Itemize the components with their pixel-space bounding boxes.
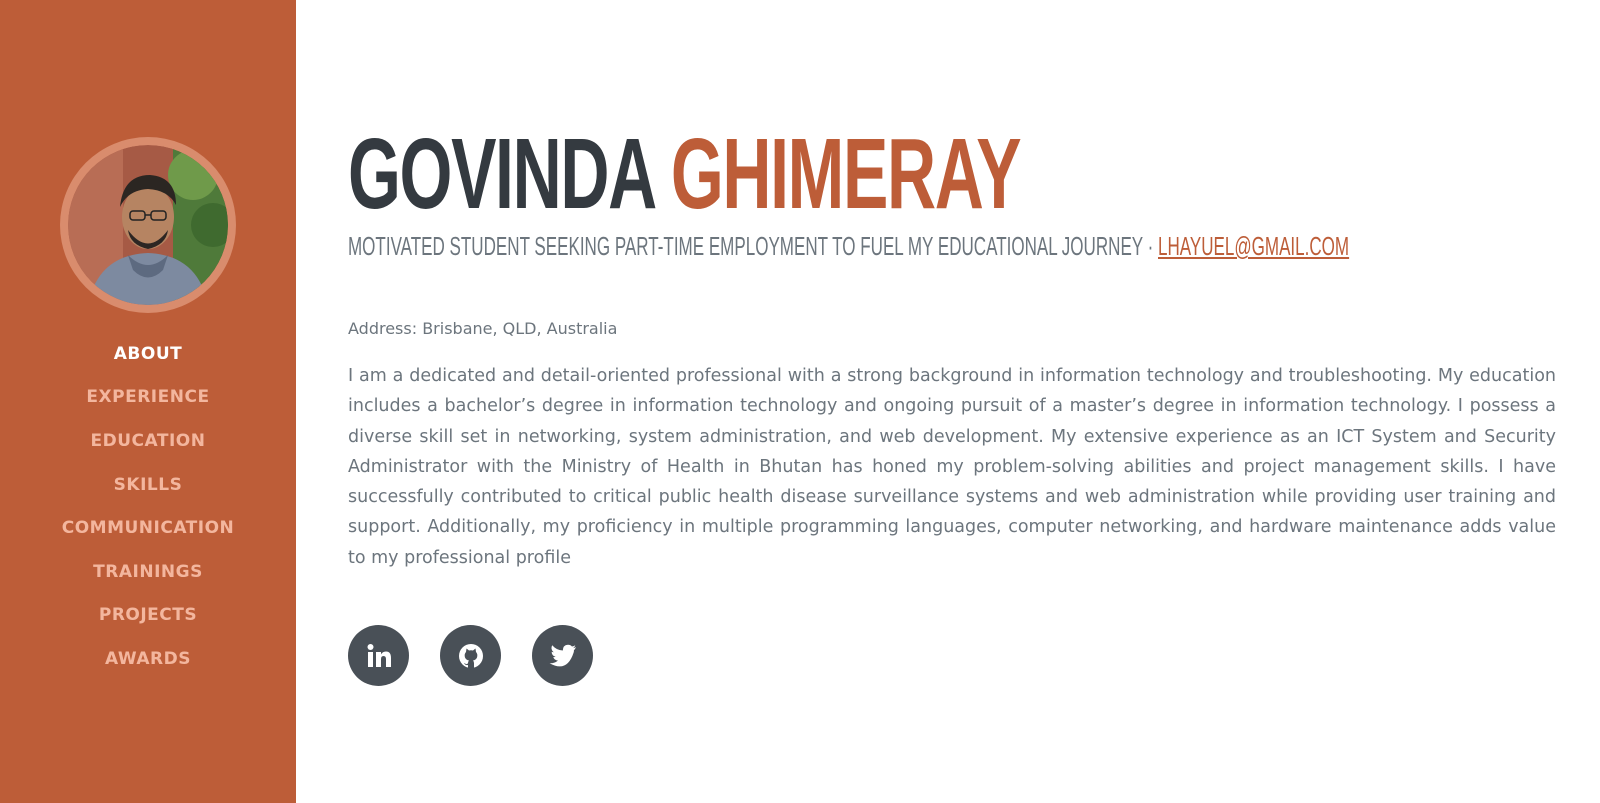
profile-photo-frame bbox=[60, 137, 236, 313]
nav-item-projects: PROJECTS bbox=[0, 594, 296, 638]
twitter-button[interactable] bbox=[532, 625, 593, 686]
tagline: MOTIVATED STUDENT SEEKING PART-TIME EMPL… bbox=[348, 231, 1158, 261]
nav-item-trainings: TRAININGS bbox=[0, 550, 296, 594]
nav-link-experience[interactable]: EXPERIENCE bbox=[86, 387, 209, 407]
nav-item-about: ABOUT bbox=[0, 332, 296, 376]
social-links bbox=[348, 625, 593, 686]
nav-link-skills[interactable]: SKILLS bbox=[114, 475, 183, 495]
nav-link-about[interactable]: ABOUT bbox=[114, 344, 182, 364]
page-title: GOVINDA GHIMERAY bbox=[348, 124, 1022, 224]
nav-link-communication[interactable]: COMMUNICATION bbox=[62, 518, 235, 538]
nav-item-awards: AWARDS bbox=[0, 637, 296, 681]
email-link[interactable]: LHAYUEL@GMAIL.COM bbox=[1158, 231, 1349, 261]
address: Address: Brisbane, QLD, Australia bbox=[348, 319, 618, 338]
summary-paragraph: I am a dedicated and detail-oriented pro… bbox=[348, 366, 1556, 568]
nav-link-trainings[interactable]: TRAININGS bbox=[93, 562, 203, 582]
github-button[interactable] bbox=[440, 625, 501, 686]
github-icon bbox=[458, 643, 483, 668]
subheading: MOTIVATED STUDENT SEEKING PART-TIME EMPL… bbox=[348, 232, 1349, 260]
twitter-icon bbox=[549, 644, 576, 666]
sidebar: ABOUT EXPERIENCE EDUCATION SKILLS COMMUN… bbox=[0, 0, 296, 803]
last-name: GHIMERAY bbox=[670, 118, 1022, 230]
nav-item-education: EDUCATION bbox=[0, 419, 296, 463]
nav-item-experience: EXPERIENCE bbox=[0, 376, 296, 420]
linkedin-icon bbox=[367, 643, 391, 667]
nav-link-projects[interactable]: PROJECTS bbox=[99, 605, 197, 625]
linkedin-button[interactable] bbox=[348, 625, 409, 686]
nav-link-education[interactable]: EDUCATION bbox=[91, 431, 206, 451]
sidebar-nav: ABOUT EXPERIENCE EDUCATION SKILLS COMMUN… bbox=[0, 332, 296, 681]
first-name: GOVINDA bbox=[348, 118, 655, 230]
profile-photo bbox=[68, 145, 228, 305]
nav-item-communication: COMMUNICATION bbox=[0, 506, 296, 550]
nav-link-awards[interactable]: AWARDS bbox=[105, 649, 191, 669]
nav-item-skills: SKILLS bbox=[0, 463, 296, 507]
